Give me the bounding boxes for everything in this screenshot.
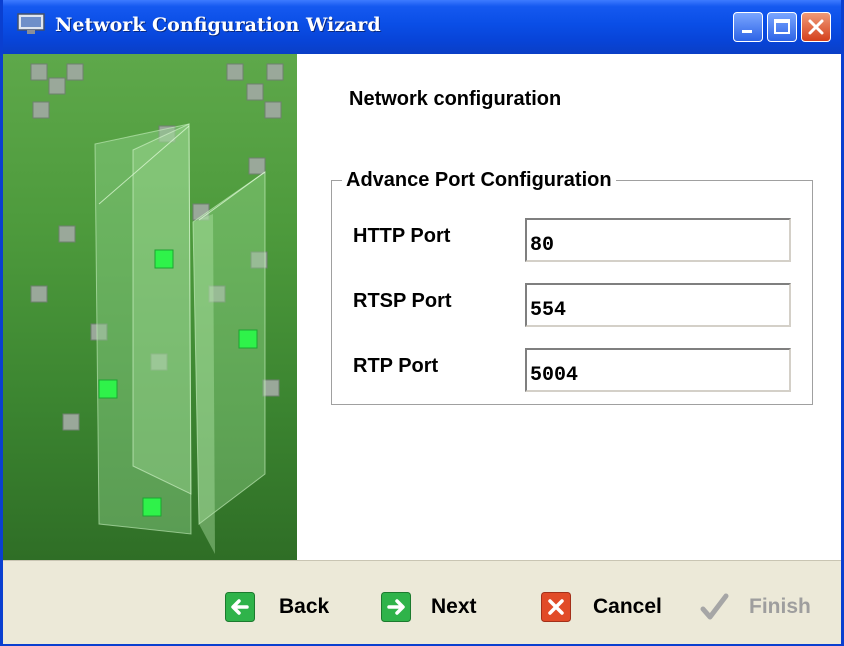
maximize-icon — [774, 19, 790, 34]
finish-label: Finish — [749, 595, 811, 618]
cancel-label: Cancel — [593, 595, 662, 618]
wizard-side-graphic — [3, 54, 297, 560]
next-label: Next — [431, 595, 477, 618]
wizard-window: Network Configuration Wizard Network con… — [0, 0, 844, 646]
back-label: Back — [279, 595, 330, 618]
red-x-icon — [541, 592, 571, 622]
window-title: Network Configuration Wizard — [55, 14, 381, 36]
gray-checkmark-icon — [699, 592, 729, 622]
close-button[interactable] — [801, 12, 831, 42]
close-icon — [808, 19, 824, 35]
green-left-arrow-icon — [225, 592, 255, 622]
monitor-icon — [17, 13, 45, 35]
back-button[interactable]: Back — [225, 589, 329, 625]
maximize-button[interactable] — [767, 12, 797, 42]
http-port-input[interactable] — [525, 218, 791, 262]
next-button[interactable]: Next — [381, 589, 477, 625]
minimize-button[interactable] — [733, 12, 763, 42]
minimize-icon — [742, 30, 752, 33]
page-heading: Network configuration — [349, 88, 562, 110]
wizard-footer: Back Next Cancel Finish — [3, 560, 841, 644]
green-right-arrow-icon — [381, 592, 411, 622]
finish-button[interactable]: Finish — [699, 589, 811, 625]
rtp-port-label: RTP Port — [353, 355, 439, 377]
rtsp-port-input[interactable] — [525, 283, 791, 327]
title-bar[interactable]: Network Configuration Wizard — [3, 0, 841, 54]
cancel-button[interactable]: Cancel — [541, 589, 662, 625]
glass-pillar-illustration — [30, 63, 284, 554]
wizard-content: Network configuration Advance Port Confi… — [297, 54, 841, 560]
group-title: Advance Port Configuration — [346, 169, 612, 191]
http-port-label: HTTP Port — [353, 225, 451, 247]
rtp-port-input[interactable] — [525, 348, 791, 392]
rtsp-port-label: RTSP Port — [353, 290, 452, 312]
